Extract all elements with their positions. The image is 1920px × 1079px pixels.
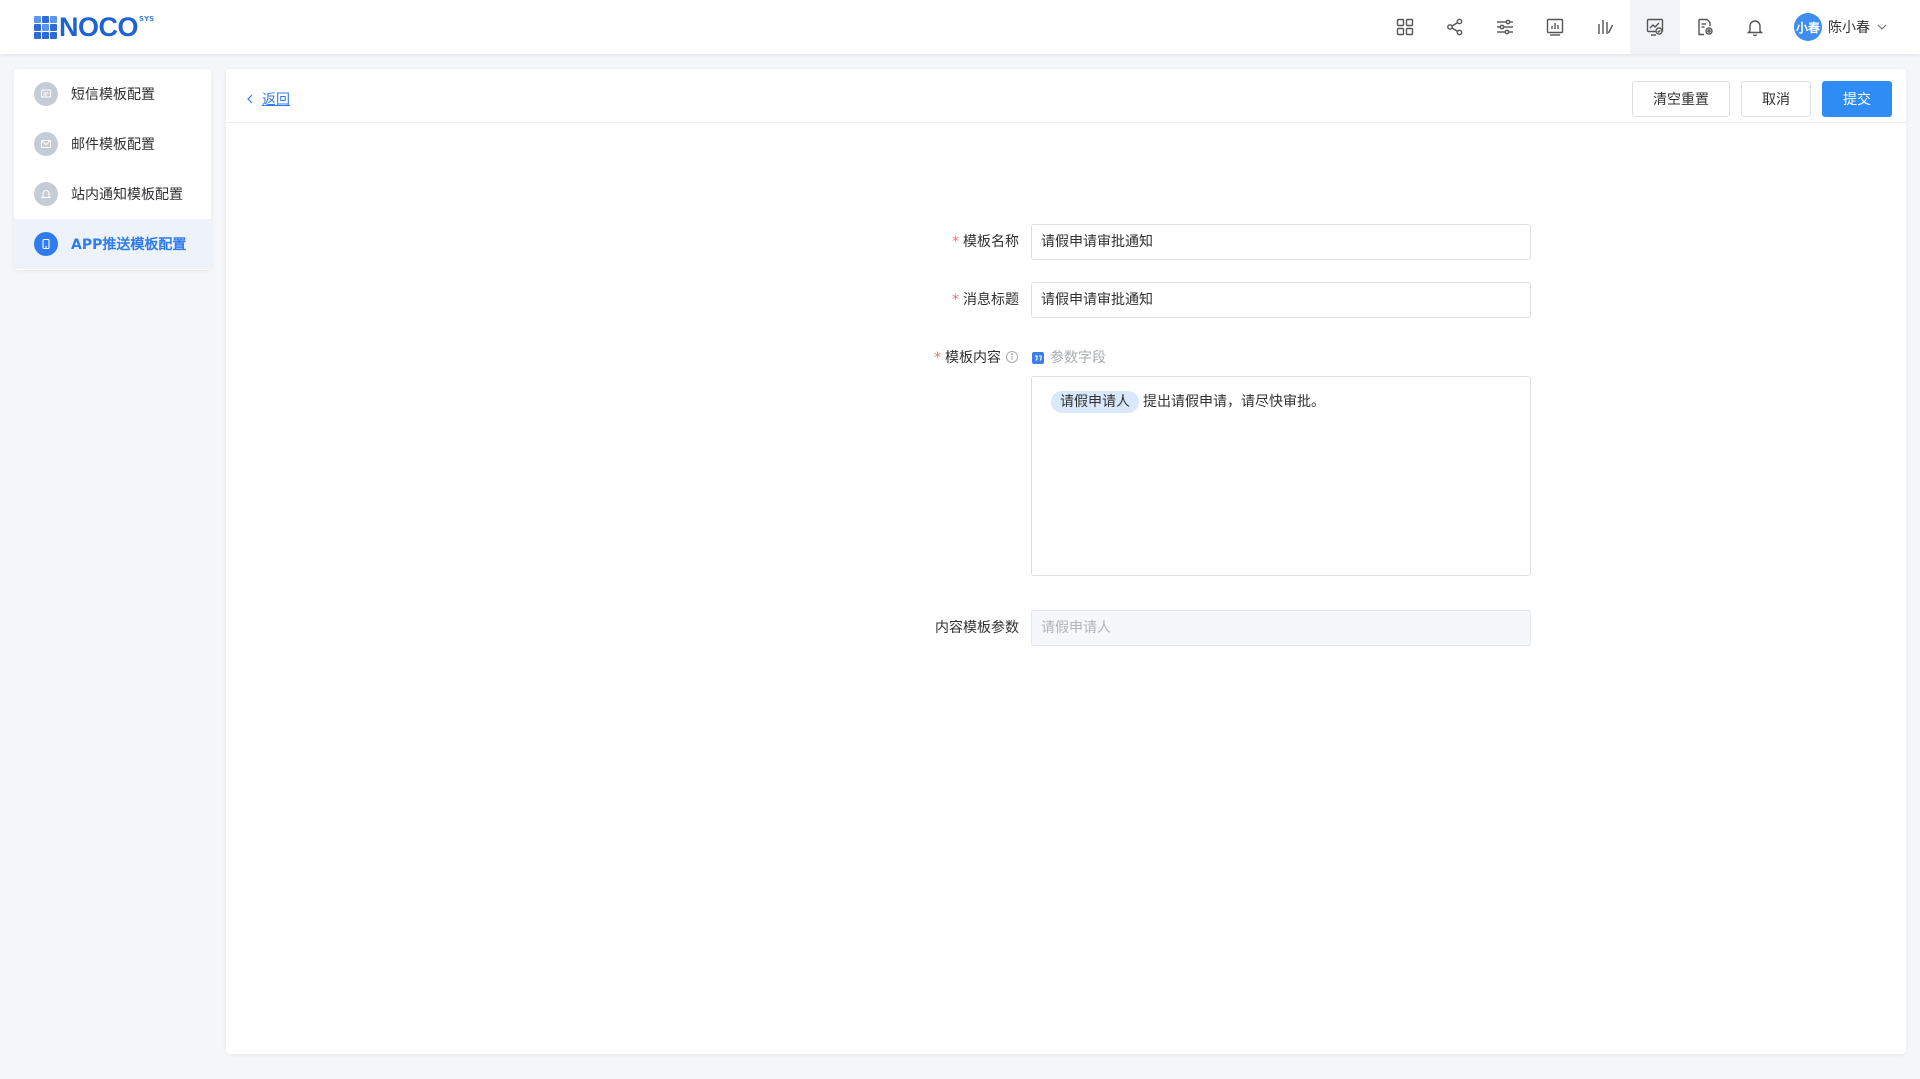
form-row-content-params: 内容模板参数 请假申请人 [891, 610, 1531, 646]
back-label: 返回 [262, 92, 290, 108]
label-text: 模板内容 [945, 350, 1001, 366]
sidebar-item-label: 站内通知模板配置 [71, 187, 183, 203]
bar-chart-icon[interactable] [1580, 0, 1630, 54]
back-link[interactable]: 返回 [244, 89, 290, 109]
required-mark: * [934, 350, 941, 366]
required-mark: * [952, 234, 959, 250]
form-row-template-name: * 模板名称 请假申请审批通知 [891, 224, 1531, 260]
template-content-label: * 模板内容 [891, 340, 1031, 376]
logo-superscript: SYS [139, 15, 155, 23]
logo-text: NOCO [59, 12, 139, 42]
sidebar-item-label: APP推送模板配置 [71, 237, 187, 253]
clear-reset-button[interactable]: 清空重置 [1632, 81, 1730, 117]
message-icon [34, 82, 58, 106]
header-actions: 小春 陈小春 [1380, 0, 1920, 54]
param-field-label: 参数字段 [1050, 350, 1106, 366]
share-icon[interactable] [1430, 0, 1480, 54]
content-params-input: 请假申请人 [1031, 610, 1531, 646]
top-header: NOCO SYS 小春 陈小春 [0, 0, 1920, 54]
sidebar: 短信模板配置 邮件模板配置 站内通知模板配置 APP推送模板配置 [14, 69, 211, 270]
form-row-message-title: * 消息标题 请假申请审批通知 [891, 282, 1531, 318]
required-mark: * [952, 292, 959, 308]
user-menu[interactable]: 小春 陈小春 [1780, 0, 1920, 54]
sidebar-item-mail-template[interactable]: 邮件模板配置 [14, 119, 211, 169]
content-params-label: 内容模板参数 [935, 620, 1019, 636]
quote-icon [1032, 352, 1044, 364]
bell-icon [34, 182, 58, 206]
template-name-input[interactable]: 请假申请审批通知 [1031, 224, 1531, 260]
chart-icon[interactable] [1530, 0, 1580, 54]
submit-button[interactable]: 提交 [1822, 81, 1892, 117]
param-chip[interactable]: 请假申请人 [1051, 391, 1139, 413]
content-text: 提出请假申请，请尽快审批。 [1143, 394, 1325, 410]
bell-icon[interactable] [1730, 0, 1780, 54]
sidebar-item-label: 邮件模板配置 [71, 137, 155, 153]
toolbar: 返回 清空重置 取消 提交 [226, 69, 1906, 123]
message-title-input[interactable]: 请假申请审批通知 [1031, 282, 1531, 318]
message-title-label: * 消息标题 [891, 282, 1031, 318]
sliders-icon[interactable] [1480, 0, 1530, 54]
sidebar-item-sms-template[interactable]: 短信模板配置 [14, 69, 211, 119]
avatar: 小春 [1794, 13, 1822, 41]
chevron-down-icon [1877, 24, 1887, 30]
label-text: 模板名称 [963, 234, 1019, 250]
template-content-field: 参数字段 请假申请人 提出请假申请，请尽快审批。 [1031, 340, 1531, 576]
chevron-left-icon [247, 94, 253, 104]
user-name: 陈小春 [1828, 20, 1870, 36]
param-field-button[interactable]: 参数字段 [1031, 340, 1531, 376]
main-panel: 返回 清空重置 取消 提交 * 模板名称 请假申请审批通知 * 消息标题 请假申请审… [226, 69, 1906, 1054]
toolbar-buttons: 清空重置 取消 提交 [1632, 81, 1892, 117]
phone-icon [34, 232, 58, 256]
label-text: 消息标题 [963, 292, 1019, 308]
mail-icon [34, 132, 58, 156]
monitor-check-icon[interactable] [1630, 0, 1680, 54]
sidebar-item-site-notice-template[interactable]: 站内通知模板配置 [14, 169, 211, 219]
logo-mark-icon [34, 15, 57, 39]
template-name-label: * 模板名称 [891, 224, 1031, 260]
info-icon[interactable] [1005, 350, 1019, 364]
sidebar-item-app-push-template[interactable]: APP推送模板配置 [14, 219, 211, 269]
logo[interactable]: NOCO SYS [34, 12, 155, 42]
document-gear-icon[interactable] [1680, 0, 1730, 54]
apps-icon[interactable] [1380, 0, 1430, 54]
template-content-editor[interactable]: 请假申请人 提出请假申请，请尽快审批。 [1031, 376, 1531, 576]
cancel-button[interactable]: 取消 [1741, 81, 1811, 117]
form-row-template-content: * 模板内容 参数字段 请假申请人 提出请假申请，请尽快审批。 [891, 340, 1531, 576]
sidebar-item-label: 短信模板配置 [71, 87, 155, 103]
